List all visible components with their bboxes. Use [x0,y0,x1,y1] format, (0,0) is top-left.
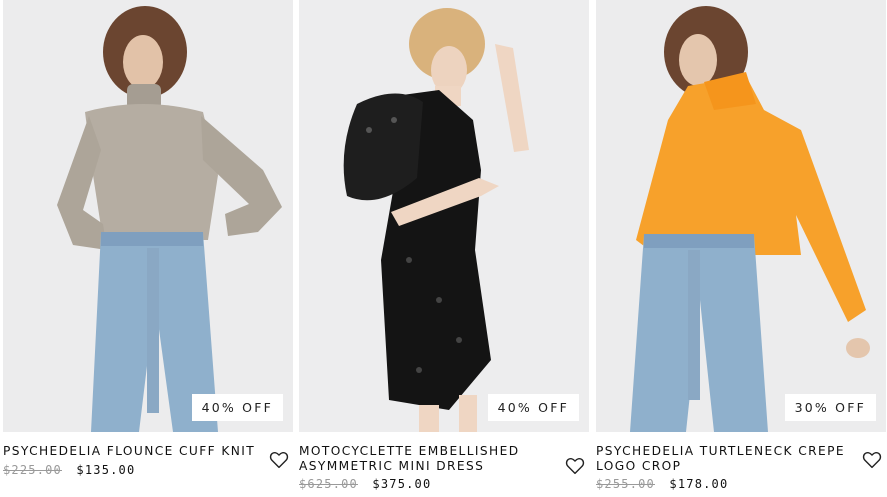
model-wearing-dress-photo [299,0,589,432]
product-image[interactable]: 40% OFF [3,0,293,432]
product-info: PSYCHEDELIA FLOUNCE CUFF KNIT $225.00 $1… [3,444,293,497]
product-image[interactable]: 30% OFF [596,0,886,432]
product-price: $625.00 $375.00 [299,477,589,491]
heart-outline-icon[interactable] [565,457,585,475]
sale-price: $178.00 [669,477,729,491]
model-wearing-orange-top-photo [596,0,886,432]
product-info: MOTOCYCLETTE EMBELLISHED ASYMMETRIC MINI… [299,444,589,497]
heart-outline-icon[interactable] [269,451,289,469]
sale-price: $375.00 [372,477,432,491]
heart-outline-icon[interactable] [862,451,882,469]
discount-badge: 40% OFF [487,394,579,421]
product-name[interactable]: PSYCHEDELIA FLOUNCE CUFF KNIT [3,444,259,459]
product-info: PSYCHEDELIA TURTLENECK CREPE LOGO CROP $… [596,444,886,497]
original-price: $255.00 [596,477,655,491]
product-grid: 40% OFF PSYCHEDELIA FLOUNCE CUFF KNIT $2… [0,0,887,497]
product-card[interactable]: 40% OFF PSYCHEDELIA FLOUNCE CUFF KNIT $2… [3,0,293,497]
original-price: $625.00 [299,477,358,491]
discount-badge: 30% OFF [784,394,876,421]
original-price: $225.00 [3,462,62,477]
model-wearing-knit-photo [3,0,293,432]
product-price: $225.00 $135.00 [3,463,293,477]
product-name[interactable]: MOTOCYCLETTE EMBELLISHED ASYMMETRIC MINI… [299,444,555,473]
product-price: $255.00 $178.00 [596,477,886,491]
product-image[interactable]: 40% OFF [299,0,589,432]
sale-price: $135.00 [76,462,136,477]
product-card[interactable]: 40% OFF MOTOCYCLETTE EMBELLISHED ASYMMET… [299,0,589,497]
discount-badge: 40% OFF [191,394,283,421]
product-name[interactable]: PSYCHEDELIA TURTLENECK CREPE LOGO CROP [596,444,852,473]
product-card[interactable]: 30% OFF PSYCHEDELIA TURTLENECK CREPE LOG… [596,0,886,497]
